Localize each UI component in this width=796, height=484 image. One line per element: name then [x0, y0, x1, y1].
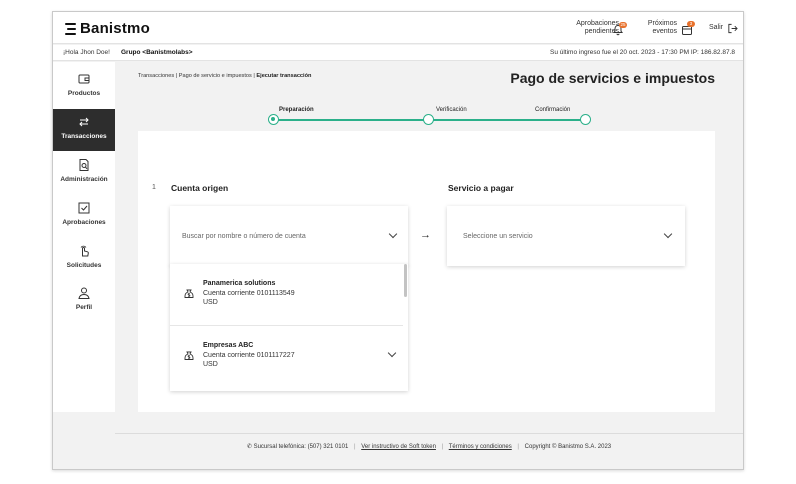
checkbox-icon	[78, 202, 90, 214]
chevron-down-icon[interactable]	[388, 229, 398, 239]
sidebar-item-label: Transacciones	[61, 133, 107, 140]
step-number: 1	[152, 184, 156, 191]
footer: ✆ Sucursal telefónica: (507) 321 0101 | …	[115, 433, 743, 469]
sidebar-item-label: Solicitudes	[66, 262, 102, 269]
events-label-2: eventos	[652, 28, 677, 35]
service-heading: Servicio a pagar	[448, 183, 514, 193]
sidebar-item-solicitudes[interactable]: Solicitudes	[53, 238, 115, 280]
events-label-1: Próximos	[647, 20, 677, 27]
origin-heading: Cuenta origen	[171, 183, 229, 193]
footer-divider	[115, 433, 743, 434]
form-card: 1 Cuenta origen Servicio a pagar Buscar …	[138, 131, 715, 412]
sidebar-item-label: Perfil	[75, 304, 93, 311]
account-currency: USD	[203, 361, 218, 368]
account-currency: USD	[203, 299, 218, 306]
upcoming-events-link[interactable]: Próximos eventos	[648, 20, 677, 36]
sidebar-item-administracion[interactable]: Administración	[53, 152, 115, 194]
app-window: Banistmo Aprobaciones pendientes 25 Próx…	[52, 11, 744, 470]
brand-name: Banistmo	[80, 20, 150, 37]
sidebar-item-label: Productos	[67, 90, 101, 97]
sidebar: Productos Transacciones Administración A…	[53, 62, 115, 412]
chevron-down-icon[interactable]	[387, 348, 397, 358]
sidebar-item-perfil[interactable]: Perfil	[53, 280, 115, 322]
money-bag-icon	[184, 351, 194, 360]
page-title: Pago de servicios e impuestos	[510, 70, 715, 86]
greeting-text: ¡Hola Jhon Doe!	[63, 49, 110, 56]
account-detail: Cuenta corriente 0101113549	[203, 290, 295, 297]
footer-copyright: Copyright © Banistmo S.A. 2023	[524, 444, 612, 450]
account-name: Empresas ABC	[203, 342, 254, 349]
step-3-dot	[580, 114, 591, 125]
events-badge: 3	[687, 21, 695, 27]
chevron-down-icon[interactable]	[663, 229, 673, 239]
footer-row: ✆ Sucursal telefónica: (507) 321 0101 | …	[115, 443, 743, 450]
soft-token-link[interactable]: Ver instructivo de Soft token	[361, 444, 436, 450]
logout-icon[interactable]	[727, 23, 738, 34]
footer-phone: Sucursal telefónica: (507) 321 0101	[253, 444, 349, 450]
origin-search-placeholder: Buscar por nombre o número de cuenta	[182, 233, 306, 240]
last-login-text: Su último ingreso fue el 20 oct. 2023 - …	[549, 49, 735, 56]
account-detail: Cuenta corriente 0101117227	[203, 352, 295, 359]
money-bag-icon	[184, 289, 194, 298]
sidebar-item-transacciones[interactable]: Transacciones	[53, 109, 115, 151]
step-2-label: Verificación	[436, 107, 467, 113]
account-dropdown-list[interactable]: Panamerica solutions Cuenta corriente 01…	[170, 264, 408, 391]
terms-link[interactable]: Términos y condiciones	[449, 444, 512, 450]
sidebar-item-productos[interactable]: Productos	[53, 66, 115, 108]
footer-separator: |	[353, 444, 356, 450]
footer-separator: |	[441, 444, 444, 450]
account-option-empresas-abc[interactable]: Empresas ABC Cuenta corriente 0101117227…	[170, 326, 403, 386]
breadcrumb: Transacciones | Pago de servicio e impue…	[138, 73, 311, 79]
service-select-placeholder: Seleccione un servicio	[463, 233, 533, 240]
sidebar-item-aprobaciones[interactable]: Aprobaciones	[53, 195, 115, 237]
account-option-panamerica[interactable]: Panamerica solutions Cuenta corriente 01…	[170, 264, 403, 324]
arrow-right-icon: →	[420, 229, 431, 241]
main-content: Transacciones | Pago de servicio e impue…	[115, 62, 743, 412]
sidebar-item-label: Aprobaciones	[62, 219, 106, 226]
banistmo-logo-mark-icon	[65, 22, 76, 35]
transfer-arrows-icon	[79, 117, 89, 127]
banistmo-logo[interactable]: Banistmo	[65, 20, 150, 37]
document-search-icon	[79, 159, 89, 171]
step-3-label: Confirmación	[535, 107, 571, 113]
step-1-dot	[268, 114, 279, 125]
group-name: Grupo <Banistmolabs>	[121, 49, 193, 56]
origin-account-search[interactable]: Buscar por nombre o número de cuenta	[170, 206, 408, 266]
approvals-badge: 25	[619, 22, 627, 28]
footer-separator: |	[517, 444, 519, 450]
wallet-icon	[78, 74, 90, 84]
phone-icon: ✆	[246, 444, 252, 450]
breadcrumb-item[interactable]: Pago de servicio e impuestos	[179, 73, 252, 79]
top-bar: Banistmo Aprobaciones pendientes 25 Próx…	[53, 12, 743, 44]
list-scrollbar[interactable]	[404, 264, 407, 297]
sidebar-item-label: Administración	[60, 176, 108, 183]
progress-stepper: Preparación Verificación Confirmación	[265, 107, 591, 128]
step-2-dot	[423, 114, 434, 125]
hand-pointer-icon	[80, 245, 89, 257]
step-1-label: Preparación	[279, 107, 314, 113]
user-icon	[78, 287, 90, 299]
logout-label[interactable]: Salir	[709, 24, 723, 32]
account-name: Panamerica solutions	[203, 280, 276, 287]
breadcrumb-item[interactable]: Transacciones	[138, 73, 174, 79]
breadcrumb-current: Ejecutar transacción	[256, 73, 312, 79]
greeting-bar: ¡Hola Jhon Doe! Grupo <Banistmolabs> Su …	[53, 45, 743, 61]
service-select[interactable]: Seleccione un servicio	[447, 206, 685, 266]
